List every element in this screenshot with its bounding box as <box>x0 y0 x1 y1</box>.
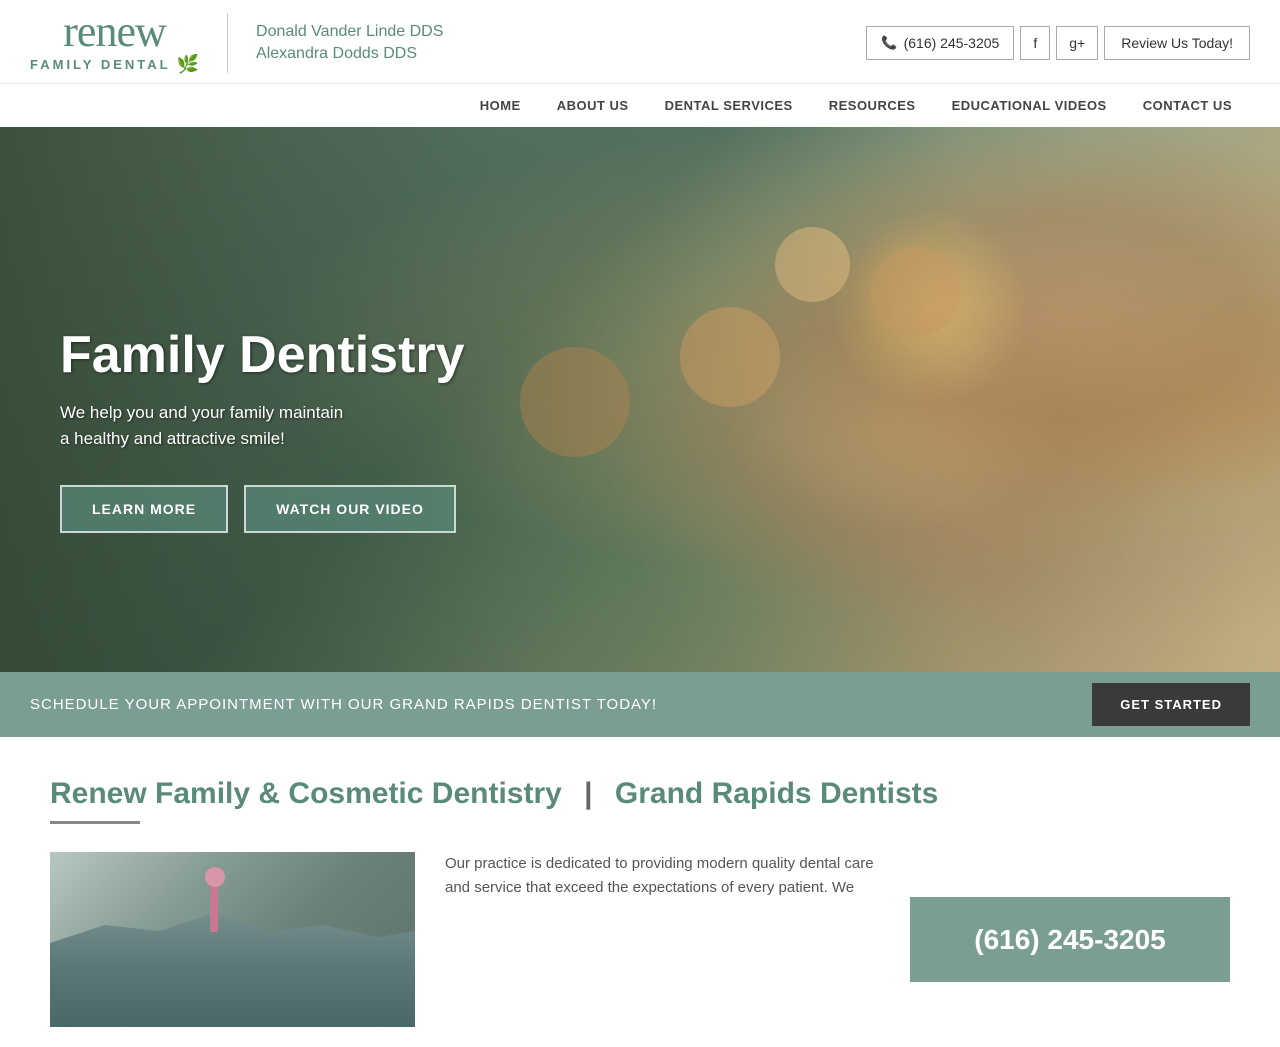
logo-divider <box>227 13 228 73</box>
pipe-separator: | <box>584 777 601 810</box>
phone-card-number: (616) 245-3205 <box>974 924 1165 956</box>
nav-item-home[interactable]: HOME <box>462 84 539 127</box>
facebook-button[interactable]: f <box>1020 26 1050 60</box>
main-section: Renew Family & Cosmetic Dentistry | Gran… <box>0 737 1280 1047</box>
header-right: 📞 (616) 245-3205 f g+ Review Us Today! <box>866 26 1250 60</box>
hero-title: Family Dentistry <box>60 327 465 384</box>
nav-item-dental-services[interactable]: DENTAL SERVICES <box>647 84 811 127</box>
nav-item-contact-us[interactable]: CONTACT US <box>1125 84 1250 127</box>
flag-top <box>205 867 225 887</box>
schedule-bar: SCHEDULE YOUR APPOINTMENT WITH OUR GRAND… <box>0 672 1280 737</box>
review-label: Review Us Today! <box>1121 35 1233 51</box>
nav-items: HOME ABOUT US DENTAL SERVICES RESOURCES … <box>462 84 1250 127</box>
main-content: Our practice is dedicated to providing m… <box>50 852 1230 1027</box>
logo-renew-text: renew <box>63 10 166 54</box>
doctor1-name: Donald Vander Linde DDS <box>256 23 443 41</box>
hero-subtitle-line1: We help you and your family maintain <box>60 403 343 422</box>
hero-section: Family Dentistry We help you and your fa… <box>0 127 1280 672</box>
nav-item-about[interactable]: ABOUT US <box>539 84 647 127</box>
hero-subtitle: We help you and your family maintain a h… <box>60 400 465 451</box>
googleplus-button[interactable]: g+ <box>1056 26 1098 60</box>
logo-family-text: FAMILY DENTAL <box>30 57 171 72</box>
facebook-icon: f <box>1033 35 1037 51</box>
navigation: HOME ABOUT US DENTAL SERVICES RESOURCES … <box>0 83 1280 127</box>
review-button[interactable]: Review Us Today! <box>1104 26 1250 60</box>
googleplus-icon: g+ <box>1069 35 1085 51</box>
office-image <box>50 852 415 1027</box>
leaf-icon: 🌿 <box>177 54 199 75</box>
main-heading-part1: Renew Family & Cosmetic Dentistry <box>50 777 562 810</box>
phone-number: (616) 245-3205 <box>904 35 1000 51</box>
nav-item-resources[interactable]: RESOURCES <box>811 84 934 127</box>
doctor2-name: Alexandra Dodds DDS <box>256 45 443 63</box>
get-started-button[interactable]: GET STARTED <box>1092 683 1250 726</box>
heading-underline <box>50 821 140 824</box>
phone-button[interactable]: 📞 (616) 245-3205 <box>866 26 1014 60</box>
main-heading: Renew Family & Cosmetic Dentistry | Gran… <box>50 777 1230 811</box>
nav-item-educational-videos[interactable]: EDUCATIONAL VIDEOS <box>934 84 1125 127</box>
doctor-names: Donald Vander Linde DDS Alexandra Dodds … <box>256 23 443 63</box>
learn-more-button[interactable]: LEARN MORE <box>60 485 228 533</box>
schedule-text: SCHEDULE YOUR APPOINTMENT WITH OUR GRAND… <box>30 696 657 713</box>
main-heading-part2: Grand Rapids Dentists <box>615 777 938 810</box>
phone-icon: 📞 <box>881 35 897 51</box>
phone-card: (616) 245-3205 <box>910 897 1230 982</box>
header: renew FAMILY DENTAL 🌿 Donald Vander Lind… <box>0 0 1280 75</box>
main-body-text: Our practice is dedicated to providing m… <box>445 852 880 1027</box>
logo-mark: renew FAMILY DENTAL 🌿 <box>30 10 199 75</box>
watch-video-button[interactable]: WATCH OUR VIDEO <box>244 485 456 533</box>
hero-content: Family Dentistry We help you and your fa… <box>60 327 465 533</box>
logo-area: renew FAMILY DENTAL 🌿 Donald Vander Lind… <box>30 10 443 75</box>
hero-subtitle-line2: a healthy and attractive smile! <box>60 429 285 448</box>
hero-buttons: LEARN MORE WATCH OUR VIDEO <box>60 485 465 533</box>
building-shape <box>50 907 415 1027</box>
